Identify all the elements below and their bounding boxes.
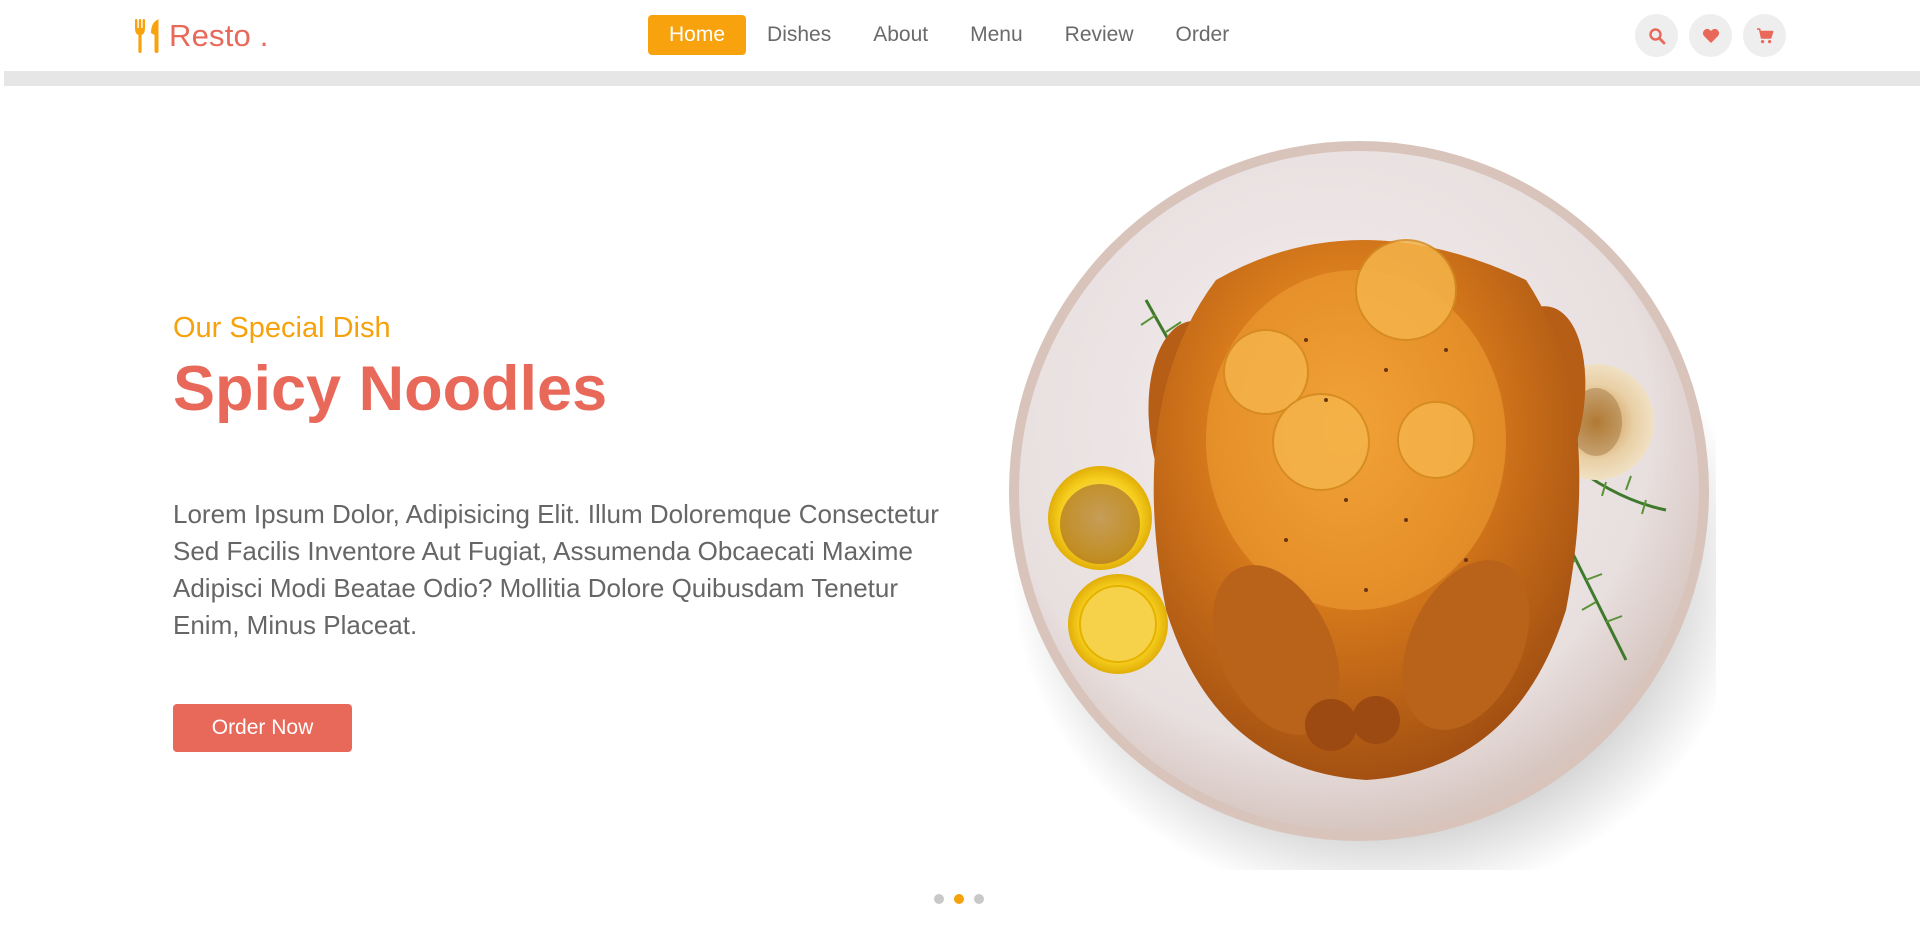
nav-item-about[interactable]: About bbox=[852, 15, 949, 55]
slider-dots bbox=[934, 894, 984, 904]
search-icon bbox=[1648, 27, 1665, 44]
utensils-icon bbox=[135, 19, 159, 53]
search-button[interactable] bbox=[1635, 14, 1678, 57]
order-now-button[interactable]: Order Now bbox=[173, 704, 352, 752]
nav-item-order[interactable]: Order bbox=[1155, 15, 1251, 55]
hero-title: Spicy Noodles bbox=[173, 354, 608, 424]
header-icons bbox=[1635, 14, 1786, 57]
main-nav: Home Dishes About Menu Review Order bbox=[648, 15, 1250, 55]
dish-image bbox=[1006, 140, 1751, 905]
heart-icon bbox=[1702, 28, 1719, 43]
brand-name: Resto . bbox=[169, 18, 269, 53]
nav-item-home[interactable]: Home bbox=[648, 15, 747, 55]
roast-chicken-plate-image bbox=[1009, 141, 1751, 905]
nav-item-review[interactable]: Review bbox=[1044, 15, 1155, 55]
hero-content: Our Special Dish Spicy Noodles Lorem Ips… bbox=[173, 306, 953, 644]
header-divider bbox=[4, 71, 1920, 86]
wishlist-button[interactable] bbox=[1689, 14, 1732, 57]
slider-dot-active[interactable] bbox=[954, 894, 964, 904]
slider-dot[interactable] bbox=[974, 894, 984, 904]
nav-item-dishes[interactable]: Dishes bbox=[746, 15, 852, 55]
nav-item-menu[interactable]: Menu bbox=[949, 15, 1044, 55]
logo[interactable]: Resto . bbox=[133, 18, 269, 54]
slider-dot[interactable] bbox=[934, 894, 944, 904]
cart-icon bbox=[1756, 27, 1773, 43]
hero-subtitle: Our Special Dish bbox=[173, 312, 391, 344]
header: Resto . Home Dishes About Menu Review Or… bbox=[0, 0, 1920, 70]
hero-description: Lorem Ipsum Dolor, Adipisicing Elit. Ill… bbox=[173, 499, 939, 640]
cart-button[interactable] bbox=[1743, 14, 1786, 57]
